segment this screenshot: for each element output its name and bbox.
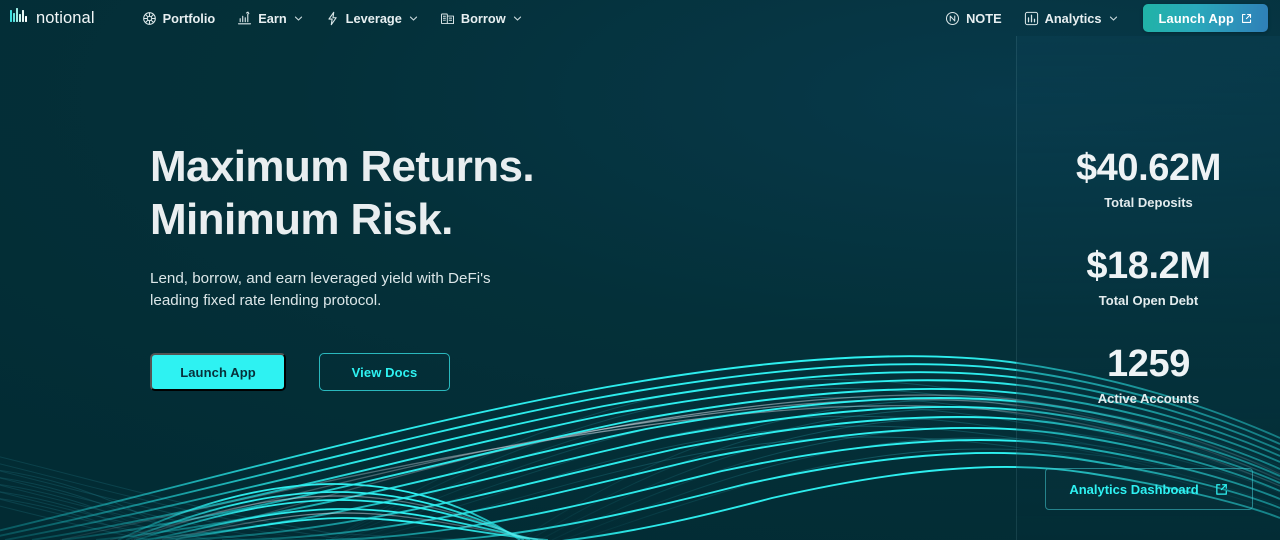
stat-total-deposits-label: Total Deposits bbox=[1104, 195, 1193, 210]
chart-up-icon bbox=[237, 11, 252, 26]
chevron-down-icon bbox=[513, 14, 522, 23]
analytics-dashboard-label: Analytics Dashboard bbox=[1069, 481, 1199, 497]
stat-total-deposits: $40.62M Total Deposits bbox=[1017, 146, 1280, 210]
chevron-down-icon bbox=[294, 14, 303, 23]
view-docs-button[interactable]: View Docs bbox=[319, 353, 450, 391]
external-link-icon bbox=[1241, 13, 1252, 24]
hero-subtitle: Lend, borrow, and earn leveraged yield w… bbox=[150, 270, 491, 309]
page-title: Maximum Returns. Minimum Risk. bbox=[150, 140, 710, 246]
bar-logo-icon bbox=[10, 7, 29, 29]
hero-cta-group: Launch App View Docs bbox=[150, 353, 710, 391]
stats-panel: $40.62M Total Deposits $18.2M Total Open… bbox=[1016, 36, 1280, 540]
hero-section: Maximum Returns. Minimum Risk. Lend, bor… bbox=[150, 140, 710, 391]
stat-active-accounts-label: Active Accounts bbox=[1097, 391, 1200, 406]
nav-launch-app-button[interactable]: Launch App bbox=[1142, 4, 1268, 32]
nav-item-leverage[interactable]: Leverage bbox=[314, 0, 429, 36]
chevron-down-icon bbox=[409, 14, 418, 23]
nav-left-group: notional Portfolio Earn Leverage Borrow bbox=[10, 0, 533, 36]
nav-item-note-label: NOTE bbox=[966, 10, 1002, 26]
nav-launch-app-label: Launch App bbox=[1158, 10, 1234, 26]
brand-logo[interactable]: notional bbox=[10, 7, 95, 29]
brand-name: notional bbox=[36, 8, 95, 27]
nav-item-note[interactable]: NOTE bbox=[934, 0, 1013, 36]
stat-active-accounts-value: 1259 bbox=[1107, 343, 1190, 385]
nav-item-borrow[interactable]: Borrow bbox=[429, 0, 533, 36]
stat-total-deposits-value: $40.62M bbox=[1075, 147, 1222, 189]
note-token-icon bbox=[945, 11, 960, 26]
external-link-icon bbox=[1215, 483, 1228, 496]
stat-total-open-debt-label: Total Open Debt bbox=[1098, 293, 1199, 308]
nav-right-group: NOTE Analytics Launch App bbox=[934, 0, 1268, 36]
bank-icon bbox=[440, 11, 455, 26]
nav-item-earn[interactable]: Earn bbox=[226, 0, 313, 36]
stat-total-open-debt-value: $18.2M bbox=[1086, 245, 1211, 287]
stat-total-open-debt: $18.2M Total Open Debt bbox=[1017, 244, 1280, 308]
chevron-down-icon bbox=[1109, 14, 1118, 23]
nav-item-analytics-label: Analytics bbox=[1044, 10, 1102, 26]
top-navigation-bar: notional Portfolio Earn Leverage Borrow … bbox=[0, 0, 1280, 36]
nav-item-earn-label: Earn bbox=[258, 10, 287, 26]
nav-item-portfolio-label: Portfolio bbox=[162, 10, 216, 26]
bar-chart-icon bbox=[1024, 11, 1039, 26]
launch-app-button[interactable]: Launch App bbox=[150, 353, 286, 391]
headline-line-2: Minimum Risk. bbox=[150, 195, 453, 244]
headline-line-1: Maximum Returns. bbox=[150, 142, 535, 191]
nav-item-leverage-label: Leverage bbox=[345, 10, 402, 26]
nav-item-portfolio[interactable]: Portfolio bbox=[131, 0, 227, 36]
nav-item-borrow-label: Borrow bbox=[460, 10, 506, 26]
analytics-dashboard-button[interactable]: Analytics Dashboard bbox=[1044, 468, 1253, 510]
lightning-icon bbox=[325, 11, 340, 26]
globe-icon bbox=[142, 11, 157, 26]
nav-item-analytics[interactable]: Analytics bbox=[1013, 0, 1129, 36]
landing-page: notional Portfolio Earn Leverage Borrow … bbox=[0, 0, 1280, 540]
stat-active-accounts: 1259 Active Accounts bbox=[1017, 342, 1280, 406]
